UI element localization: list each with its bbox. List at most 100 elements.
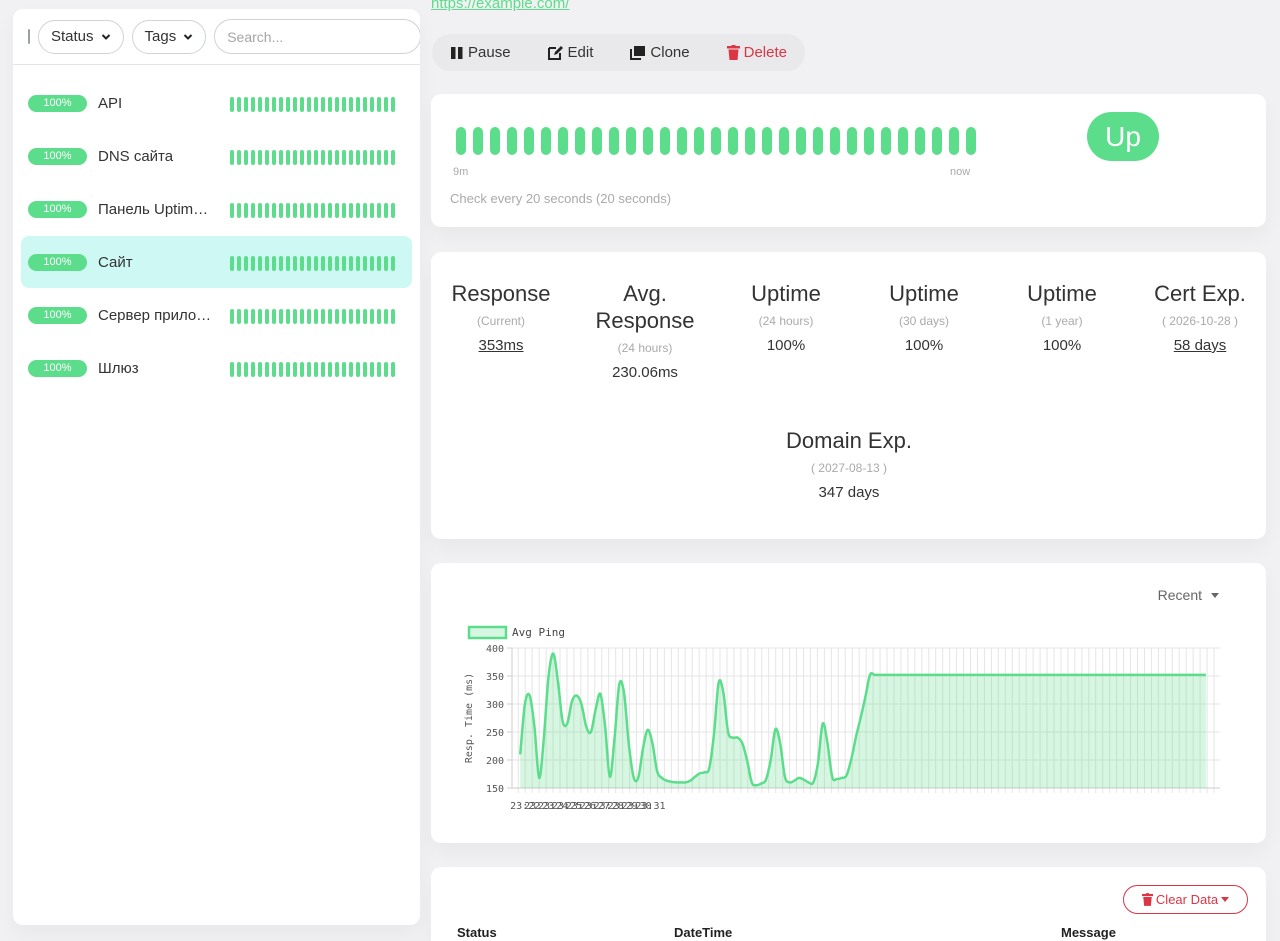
heartbeat-up (300, 362, 304, 377)
clone-button[interactable]: Clone (630, 44, 690, 61)
y-tick-label: 250 (486, 728, 504, 739)
heartbeat-up (356, 203, 360, 218)
heartbeat-up (314, 309, 318, 324)
select-all-checkbox[interactable] (28, 29, 30, 44)
heartbeat-up (490, 127, 500, 155)
stat-sub: (30 days) (898, 314, 950, 328)
heartbeat-up (349, 309, 353, 324)
heartbeat-up (272, 362, 276, 377)
heartbeat-up (265, 203, 269, 218)
heartbeat-up (286, 97, 290, 112)
heartbeat-up (293, 256, 297, 271)
stat-title: Avg. Response (595, 281, 695, 333)
heartbeat-up (541, 127, 551, 155)
heartbeat-up (335, 150, 339, 165)
heartbeat-up (384, 150, 388, 165)
heartbeat-up (307, 256, 311, 271)
heartbeat-up (377, 97, 381, 112)
edit-label: Edit (567, 44, 594, 61)
heartbeat-up (293, 203, 297, 218)
heartbeat-up (342, 362, 346, 377)
uptime-badge: 100% (28, 200, 87, 218)
heartbeat-up (251, 362, 255, 377)
monitor-name: Шлюз (98, 359, 139, 377)
clone-label: Clone (650, 44, 690, 61)
heartbeat-up (507, 127, 517, 155)
heartbeat-up (558, 127, 568, 155)
heartbeat-up (813, 127, 823, 155)
heartbeat-up (300, 309, 304, 324)
heartbeat-up (265, 309, 269, 324)
stat-title: Domain Exp. (786, 428, 912, 453)
delete-button[interactable]: Delete (726, 44, 787, 61)
clear-data-button[interactable]: Clear Data (1123, 885, 1248, 914)
search-input[interactable] (214, 19, 420, 54)
monitor-list-item[interactable]: 100% Сайт (21, 236, 412, 288)
pause-button[interactable]: Pause (450, 44, 511, 61)
heartbeat-up (609, 127, 619, 155)
heartbeat-up (237, 97, 241, 112)
heartbeat-up (363, 256, 367, 271)
stat-value: 100% (766, 337, 806, 354)
stat-sub: (Current) (476, 314, 525, 328)
heartbeat-up (300, 256, 304, 271)
heartbeat-up (244, 97, 248, 112)
heartbeat-up (314, 150, 318, 165)
tags-filter-button[interactable]: Tags (131, 19, 207, 54)
monitor-list-item[interactable]: 100% DNS сайта (21, 130, 412, 182)
stat-title: Response (451, 281, 551, 306)
heartbeat-up (244, 150, 248, 165)
heartbeat-up (293, 150, 297, 165)
monitor-list-item[interactable]: 100% API (21, 77, 412, 129)
heartbeat-card: 9m now Check every 20 seconds (20 second… (431, 94, 1266, 227)
monitor-list-item[interactable]: 100% Шлюз (21, 342, 412, 394)
monitor-list-item[interactable]: 100% Панель Uptime Kuma (21, 183, 412, 235)
heartbeat-up (328, 362, 332, 377)
ping-chart: 15020025030035040023:2223:2323:2423:2523… (464, 625, 1220, 812)
heartbeat-up (251, 150, 255, 165)
monitor-name: DNS сайта (98, 147, 174, 165)
heartbeat-up (370, 362, 374, 377)
stat-uptime-30d: Uptime (30 days) 100% (854, 280, 994, 354)
heartbeat-up (342, 97, 346, 112)
heartbeat-up (265, 97, 269, 112)
heartbeat-up (237, 203, 241, 218)
heartbeat-up (391, 203, 395, 218)
heartbeat-up (356, 256, 360, 271)
monitor-list-item[interactable]: 100% Сервер приложений (21, 289, 412, 341)
heartbeat-up (391, 362, 395, 377)
heartbeat-time-end: now (950, 166, 971, 178)
heartbeat-up (847, 127, 857, 155)
heartbeat-up (328, 203, 332, 218)
heartbeat-up (356, 309, 360, 324)
heartbeat-up (258, 203, 262, 218)
heartbeat-up (272, 97, 276, 112)
stat-sub: (24 hours) (617, 341, 673, 355)
heartbeat-up (279, 309, 283, 324)
heartbeat-up (293, 362, 297, 377)
heartbeat-up (660, 127, 670, 155)
stat-title: Uptime (751, 281, 821, 306)
heartbeat-up (473, 127, 483, 155)
heartbeat-up (377, 309, 381, 324)
heartbeat-up (251, 256, 255, 271)
heartbeat-up (300, 97, 304, 112)
stat-value: 230.06ms (612, 364, 678, 381)
monitor-list: 100% API 100% DNS сайта 100% Панель Uptime Ku… (13, 65, 420, 394)
heartbeat-up (377, 362, 381, 377)
stats-card: Response (Current) 353ms Avg. Response (… (431, 252, 1266, 539)
edit-button[interactable]: Edit (547, 44, 594, 61)
heartbeat-up (762, 127, 772, 155)
heartbeat-up (230, 150, 234, 165)
stat-sub: (24 hours) (758, 314, 814, 328)
heartbeat-up (321, 150, 325, 165)
monitor-list-panel: Status Tags 100% API 100% DNS сайта 100% Пане… (13, 9, 420, 925)
heartbeat-up (307, 150, 311, 165)
status-filter-button[interactable]: Status (38, 19, 124, 54)
cert-exp-value-link[interactable]: 58 days (1130, 337, 1270, 354)
stat-sub: ( 2026-10-28 ) (1161, 314, 1239, 328)
monitor-url-link[interactable]: https://example.com/ (431, 0, 569, 12)
response-value-link[interactable]: 353ms (431, 337, 571, 354)
heartbeat-up (272, 203, 276, 218)
stat-avg-response: Avg. Response (24 hours) 230.06ms (575, 280, 715, 381)
